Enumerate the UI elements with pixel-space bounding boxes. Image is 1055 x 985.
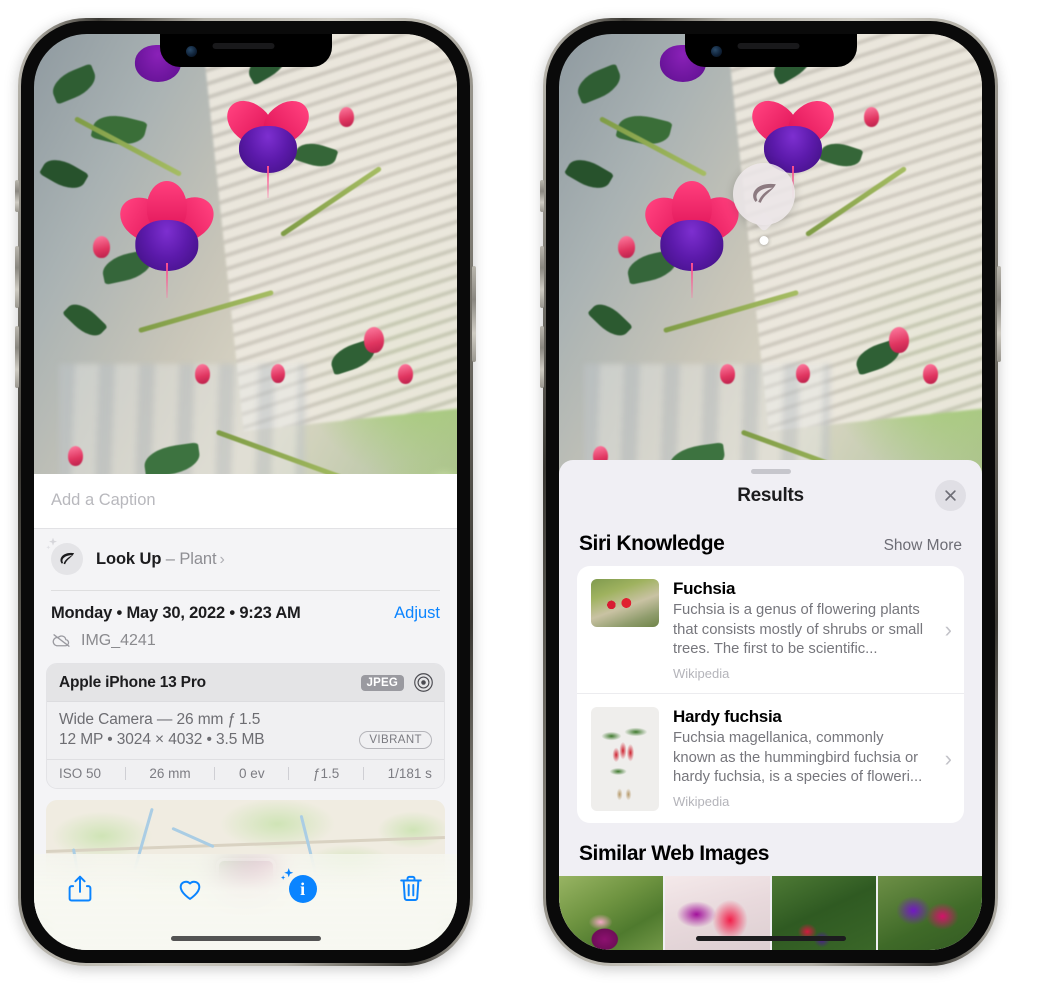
similar-image-1[interactable] [559, 876, 664, 950]
look-up-label: Look Up – Plant › [96, 550, 225, 569]
share-button[interactable] [60, 870, 100, 908]
exif-row: ISO 50 26 mm 0 ev ƒ1.5 1/181 s [47, 759, 444, 788]
notch [684, 34, 857, 67]
file-format-chip: JPEG [360, 674, 404, 691]
result-description: Fuchsia is a genus of flowering plants t… [673, 602, 923, 658]
volume-up-button[interactable] [15, 246, 19, 308]
show-more-button[interactable]: Show More [884, 537, 962, 555]
result-thumbnail [591, 579, 659, 627]
left-phone-bezel: Look Up – Plant› Monday • May 30, 2022 •… [21, 21, 470, 963]
volume-up-button[interactable] [540, 246, 544, 308]
result-body: Fuchsia Fuchsia is a genus of flowering … [673, 579, 929, 681]
metadata-card[interactable]: Apple iPhone 13 Pro JPEG Wide Camera — 2… [46, 663, 445, 789]
exif-separator [214, 767, 216, 780]
exif-separator [124, 767, 126, 780]
similar-web-images-title: Similar Web Images [579, 842, 769, 866]
result-thumbnail [591, 707, 659, 812]
right-iphone-device: Results Siri Knowledge Show More Fuchsia… [540, 18, 1001, 966]
look-up-dash: – [161, 549, 180, 568]
earpiece-speaker [737, 43, 800, 49]
exif-focal-length: 26 mm [149, 766, 191, 781]
look-up-subject: Plant [179, 549, 217, 568]
side-power-button[interactable] [997, 266, 1001, 362]
image-specs: 12 MP • 3024 × 4032 • 3.5 MB [59, 731, 265, 748]
results-title: Results [737, 485, 804, 506]
delete-button[interactable] [391, 870, 431, 908]
chevron-right-icon: › [944, 617, 952, 642]
front-camera [185, 46, 197, 57]
metadata-body: Wide Camera — 26 mm ƒ 1.5 12 MP • 3024 ×… [47, 702, 444, 759]
result-source: Wikipedia [673, 666, 730, 682]
adjust-button[interactable]: Adjust [394, 604, 440, 623]
result-title: Hardy fuchsia [673, 707, 782, 727]
home-indicator[interactable] [695, 936, 846, 941]
front-camera [710, 46, 722, 57]
datetime-row: Monday • May 30, 2022 • 9:23 AM Adjust [34, 591, 457, 625]
left-iphone-device: Look Up – Plant› Monday • May 30, 2022 •… [15, 18, 476, 966]
volume-down-button[interactable] [15, 326, 19, 388]
lens-info: Wide Camera — 26 mm ƒ 1.5 [59, 711, 261, 728]
notch [159, 34, 332, 67]
silence-switch[interactable] [540, 180, 544, 212]
photo-filename: IMG_4241 [81, 631, 156, 649]
exif-separator [362, 767, 364, 780]
aperture-icon [414, 673, 433, 692]
siri-knowledge-card: Fuchsia Fuchsia is a genus of flowering … [577, 566, 964, 824]
chevron-right-icon: › [219, 550, 225, 568]
list-item[interactable]: Fuchsia Fuchsia is a genus of flowering … [577, 566, 964, 693]
result-body: Hardy fuchsia Fuchsia magellanica, commo… [673, 707, 929, 809]
info-button[interactable]: i [280, 868, 321, 908]
close-button[interactable] [935, 480, 966, 511]
similar-image-4[interactable] [877, 876, 982, 950]
look-up-title: Look Up [96, 549, 162, 568]
look-up-row[interactable]: Look Up – Plant › [34, 529, 457, 590]
favorite-button[interactable] [170, 870, 210, 908]
result-source: Wikipedia [673, 794, 730, 810]
chevron-right-icon: › [944, 746, 952, 772]
close-icon [945, 490, 956, 501]
exif-iso: ISO 50 [59, 766, 102, 781]
caption-row[interactable] [34, 474, 457, 529]
trash-icon [400, 875, 422, 901]
exif-exposure-value: 0 ev [239, 766, 265, 781]
heart-icon [180, 880, 201, 900]
exif-separator [288, 767, 290, 780]
metadata-header-right: JPEG [360, 672, 434, 693]
photo-datetime: Monday • May 30, 2022 • 9:23 AM [51, 604, 301, 622]
volume-down-button[interactable] [540, 326, 544, 388]
camera-device-name: Apple iPhone 13 Pro [59, 673, 206, 691]
left-phone-screen: Look Up – Plant› Monday • May 30, 2022 •… [34, 34, 457, 950]
silence-switch[interactable] [15, 180, 19, 212]
earpiece-speaker [212, 43, 275, 49]
cloud-slash-icon [52, 634, 70, 647]
right-phone-bezel: Results Siri Knowledge Show More Fuchsia… [546, 21, 995, 963]
badge-anchor-dot [759, 236, 769, 245]
exif-shutter-speed: 1/181 s [387, 766, 432, 781]
specs-row: 12 MP • 3024 × 4032 • 3.5 MB VIBRANT [59, 731, 432, 749]
info-icon: i [288, 875, 317, 903]
share-icon [68, 875, 92, 902]
visual-lookup-badge[interactable] [733, 163, 795, 245]
result-title: Fuchsia [673, 579, 736, 598]
visual-lookup-results-sheet: Results Siri Knowledge Show More Fuchsia… [559, 460, 982, 950]
photographic-style-chip: VIBRANT [359, 731, 432, 749]
look-up-icon-wrap [46, 537, 83, 575]
filename-row: IMG_4241 [34, 625, 457, 663]
list-item[interactable]: Hardy fuchsia Fuchsia magellanica, commo… [577, 693, 964, 823]
exif-aperture: ƒ1.5 [312, 766, 340, 781]
home-indicator[interactable] [170, 936, 321, 941]
result-description: Fuchsia magellanica, commonly known as t… [673, 730, 923, 786]
leaf-icon [753, 183, 776, 203]
siri-knowledge-header: Siri Knowledge Show More [559, 518, 982, 566]
siri-knowledge-title: Siri Knowledge [579, 532, 725, 555]
metadata-header: Apple iPhone 13 Pro JPEG [47, 664, 444, 702]
results-header: Results [559, 474, 982, 518]
right-phone-screen: Results Siri Knowledge Show More Fuchsia… [559, 34, 982, 950]
sparkle-icon [46, 537, 57, 550]
side-power-button[interactable] [472, 266, 476, 362]
similar-web-images-header: Similar Web Images [559, 823, 982, 876]
screenshot-stage: Look Up – Plant› Monday • May 30, 2022 •… [0, 0, 1055, 985]
caption-input[interactable] [51, 491, 440, 510]
